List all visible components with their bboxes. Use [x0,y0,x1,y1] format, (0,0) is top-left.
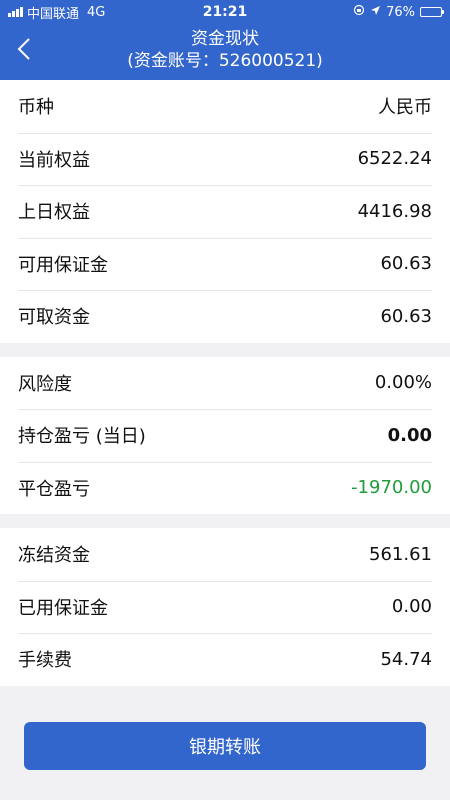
row-label: 风险度 [18,373,72,395]
row-frozen-funds: 冻结资金 561.61 [0,528,450,581]
row-value: 60.63 [380,305,432,327]
status-bar: 中国联通 4G 21:21 76% [0,0,450,24]
row-current-equity: 当前权益 6522.24 [0,132,450,186]
page-title: 资金现状 (资金账号：526000521) [60,28,390,72]
row-currency: 币种 人民币 [0,80,450,133]
row-label: 冻结资金 [18,545,90,567]
row-label: 上日权益 [18,202,90,224]
row-commission: 手续费 54.74 [0,633,450,686]
battery-percent: 76% [386,4,415,20]
row-label: 已用保证金 [18,597,108,619]
row-value: 6522.24 [357,148,432,170]
row-value: 0.00% [374,372,432,394]
row-value: 人民币 [378,97,432,119]
row-value: 0.00 [391,596,432,618]
fund-group-3: 冻结资金 561.61 已用保证金 0.00 手续费 54.74 [0,528,450,686]
title-text: 资金现状 [191,29,259,49]
row-position-pnl: 持仓盈亏 (当日) 0.00 [0,409,450,462]
row-used-margin: 已用保证金 0.00 [0,580,450,634]
row-label: 持仓盈亏 (当日) [18,426,146,448]
row-label: 当前权益 [18,149,90,171]
button-area: 银期转账 [0,686,450,770]
row-value: 0.00 [387,424,432,446]
row-value: 60.63 [380,253,432,275]
row-value: 54.74 [380,648,432,670]
nav-bar: 资金现状 (资金账号：526000521) [0,24,450,80]
row-label: 可取资金 [18,307,90,329]
row-value: 4416.98 [357,200,432,222]
row-withdrawable-funds: 可取资金 60.63 [0,290,450,343]
row-label: 平仓盈亏 [18,478,90,500]
row-value: 561.61 [369,543,432,565]
header: 中国联通 4G 21:21 76% 资金现状 (资金账号：526000521) [0,0,450,80]
bank-futures-transfer-button[interactable]: 银期转账 [24,721,426,770]
section-divider [0,514,450,528]
section-divider [0,342,450,357]
fund-group-2: 风险度 0.00% 持仓盈亏 (当日) 0.00 平仓盈亏 -1970.00 [0,356,450,515]
row-risk-ratio: 风险度 0.00% [0,357,450,410]
row-label: 币种 [18,97,54,119]
battery-icon [420,7,444,17]
back-button[interactable] [12,34,36,64]
row-close-pnl: 平仓盈亏 -1970.00 [0,461,450,515]
location-icon [370,5,381,20]
row-label: 手续费 [18,650,72,672]
row-available-margin: 可用保证金 60.63 [0,237,450,291]
fund-group-1: 币种 人民币 当前权益 6522.24 上日权益 4416.98 可用保证金 6… [0,80,450,343]
row-label: 可用保证金 [18,254,108,276]
account-subtitle: (资金账号：526000521) [127,51,323,71]
lock-rotation-icon [353,4,365,20]
chevron-left-icon [17,38,30,60]
row-previous-equity: 上日权益 4416.98 [0,185,450,238]
row-value: -1970.00 [351,477,432,499]
